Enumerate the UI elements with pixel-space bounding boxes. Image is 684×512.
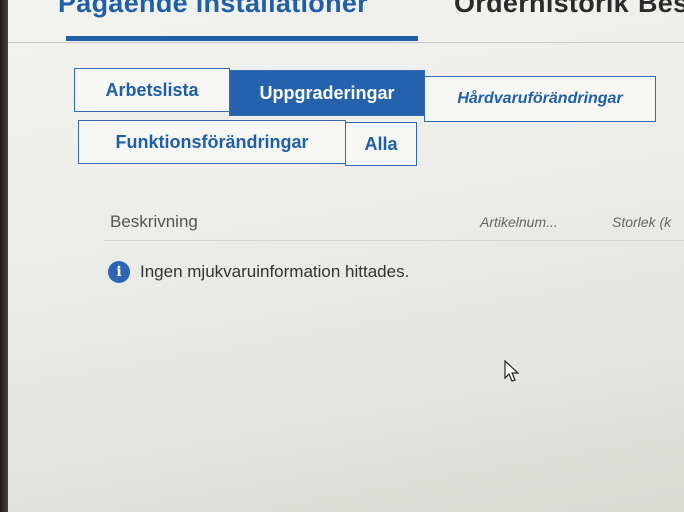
monitor-bezel: [0, 0, 8, 512]
tab-arbetslista[interactable]: Arbetslista: [74, 68, 230, 112]
column-header-beskrivning[interactable]: Beskrivning: [110, 212, 198, 232]
tab-hardvaruforandringar[interactable]: Hårdvaruförändringar: [424, 76, 656, 122]
empty-state-text: Ingen mjukvaruinformation hittades.: [140, 262, 410, 281]
table-header-divider: [104, 240, 684, 241]
column-header-storlek[interactable]: Storlek (k: [612, 214, 671, 230]
filter-tabs: Arbetslista Uppgraderingar Hårdvaruförän…: [8, 0, 684, 180]
mouse-pointer-icon: [504, 360, 520, 382]
tab-uppgraderingar[interactable]: Uppgraderingar: [229, 70, 425, 116]
tab-alla[interactable]: Alla: [345, 122, 417, 166]
empty-state-message: i Ingen mjukvaruinformation hittades.: [108, 258, 409, 286]
tab-funktionsforandringar[interactable]: Funktionsförändringar: [78, 120, 346, 164]
info-icon: i: [108, 261, 130, 283]
column-header-artikelnummer[interactable]: Artikelnum...: [480, 214, 558, 230]
app-window: Pågående installationer Orderhistorik Be…: [8, 0, 684, 512]
